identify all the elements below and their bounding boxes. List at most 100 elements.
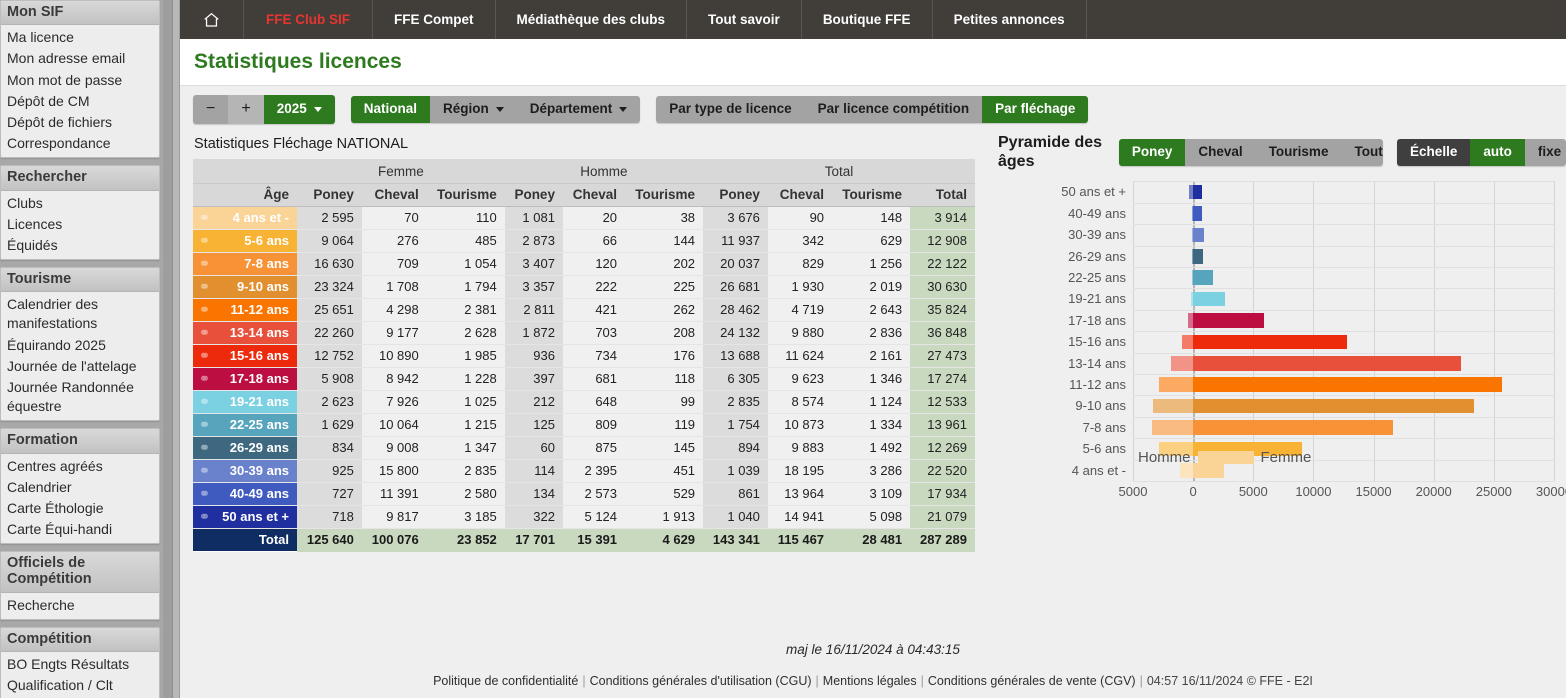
table-row[interactable]: ⚭ 7-8 ans 16 630 709 1 054 3 407 120 202 20 037 8… — [193, 252, 975, 276]
sidebar-block-title: Rechercher — [1, 166, 159, 191]
sidebar-item-mon-adresse-email[interactable]: Mon adresse email — [1, 48, 159, 69]
chart-bar-row — [1133, 288, 1554, 309]
table-column-header[interactable]: Cheval — [562, 183, 626, 207]
home-icon — [204, 12, 219, 27]
table-cell: 485 — [426, 229, 505, 253]
footer-link[interactable]: Mentions légales — [823, 674, 917, 688]
pyramid-scale-auto[interactable]: auto — [1470, 139, 1525, 166]
table-row-age-cell[interactable]: ⚭ 19-21 ans — [193, 390, 297, 414]
sidebar-item-mon-mot-de-passe[interactable]: Mon mot de passe — [1, 70, 159, 91]
table-row[interactable]: ⚭ 11-12 ans 25 651 4 298 2 381 2 811 421 262 28 … — [193, 298, 975, 322]
scope-button-d-partement[interactable]: Département — [516, 96, 641, 123]
pyramid-scale-fixe[interactable]: fixe — [1524, 139, 1566, 166]
sidebar-item-d-p-t-de-cm[interactable]: Dépôt de CM — [1, 91, 159, 112]
pyramid-type-tout[interactable]: Tout — [1341, 139, 1384, 166]
table-column-header[interactable]: Cheval — [361, 183, 427, 207]
sidebar-item-calendrier-des-manifestations[interactable]: Calendrier des manifestations — [1, 294, 159, 334]
table-row-age-cell[interactable]: ⚭ 7-8 ans — [193, 252, 297, 276]
table-row[interactable]: ⚭ 40-49 ans 727 11 391 2 580 134 2 573 529 861 13… — [193, 482, 975, 506]
zoom-in-button[interactable]: + — [228, 95, 264, 124]
nav-item-tout-savoir[interactable]: Tout savoir — [687, 0, 802, 39]
table-column-header[interactable]: Tourisme — [625, 183, 704, 207]
nav-item-m-diath-que-des-clubs[interactable]: Médiathèque des clubs — [496, 0, 688, 39]
table-row-age-cell[interactable]: ⚭ 50 ans et + — [193, 505, 297, 529]
table-column-header[interactable]: Poney — [703, 183, 768, 207]
sidebar-scroll-gutter[interactable] — [163, 0, 180, 698]
sidebar-item-journ-e-de-l-attelage[interactable]: Journée de l'attelage — [1, 356, 159, 377]
sidebar-item-bo-engts-r-sultats[interactable]: BO Engts Résultats — [1, 654, 159, 675]
sidebar-item-quid-s[interactable]: Équidés — [1, 235, 159, 256]
sidebar-item-ma-licence[interactable]: Ma licence — [1, 27, 159, 48]
table-row[interactable]: ⚭ 50 ans et + 718 9 817 3 185 322 5 124 1 913 1 … — [193, 505, 975, 529]
table-row-age-cell[interactable]: ⚭ 17-18 ans — [193, 367, 297, 391]
nav-home[interactable] — [180, 0, 244, 39]
nav-item-petites-annonces[interactable]: Petites annonces — [933, 0, 1087, 39]
table-cell: 681 — [562, 367, 626, 391]
footer-separator: | — [920, 674, 924, 688]
sidebar-item-quirando-2025[interactable]: Équirando 2025 — [1, 335, 159, 356]
nav-item-ffe-club-sif[interactable]: FFE Club SIF — [244, 0, 373, 39]
scope-button-national[interactable]: National — [350, 96, 430, 123]
table-row[interactable]: ⚭ 17-18 ans 5 908 8 942 1 228 397 681 118 6 305 9… — [193, 367, 975, 391]
sidebar-item-calendrier[interactable]: Calendrier — [1, 477, 159, 498]
sidebar-item-carte-thologie[interactable]: Carte Éthologie — [1, 498, 159, 519]
table-row-age-cell[interactable]: ⚭ 15-16 ans — [193, 344, 297, 368]
table-column-header[interactable]: Tourisme — [426, 183, 505, 207]
view-button-par-fl-chage[interactable]: Par fléchage — [982, 96, 1089, 123]
table-column-header[interactable]: Poney — [504, 183, 563, 207]
sidebar[interactable]: Mon SIF Ma licence Mon adresse email Mon mo… — [0, 0, 163, 698]
table-row-age-cell[interactable]: ⚭ 22-25 ans — [193, 413, 297, 437]
sidebar-item-clubs[interactable]: Clubs — [1, 193, 159, 214]
table-column-header[interactable]: Cheval — [767, 183, 833, 207]
chart-bar-row — [1133, 203, 1554, 224]
nav-item-ffe-compet[interactable]: FFE Compet — [373, 0, 496, 39]
table-row-age-cell[interactable]: ⚭ 4 ans et - — [193, 206, 297, 230]
table-cell: 5 098 — [832, 505, 911, 529]
table-cell: 2 019 — [832, 275, 911, 299]
table-row[interactable]: ⚭ 4 ans et - 2 595 70 110 1 081 20 38 3 676 90 148… — [193, 206, 975, 230]
table-row[interactable]: ⚭ 5-6 ans 9 064 276 485 2 873 66 144 11 937 342 62… — [193, 229, 975, 253]
footer-link[interactable]: Conditions générales d'utilisation (CGU) — [590, 674, 812, 688]
table-row[interactable]: ⚭ 15-16 ans 12 752 10 890 1 985 936 734 176 13 6… — [193, 344, 975, 368]
table-column-header[interactable]: Poney — [297, 183, 362, 207]
table-cell: 222 — [562, 275, 626, 299]
table-row-age-cell[interactable]: ⚭ 40-49 ans — [193, 482, 297, 506]
scope-button-r-gion[interactable]: Région — [430, 96, 517, 123]
sidebar-item-carte-qui-handi[interactable]: Carte Équi-handi — [1, 519, 159, 540]
sidebar-item-d-p-t-de-fichiers[interactable]: Dépôt de fichiers — [1, 112, 159, 133]
pyramid-scale-label[interactable]: Échelle — [1397, 139, 1471, 166]
nav-item-boutique-ffe[interactable]: Boutique FFE — [802, 0, 933, 39]
table-row[interactable]: ⚭ 9-10 ans 23 324 1 708 1 794 3 357 222 225 26 6… — [193, 275, 975, 299]
table-row[interactable]: ⚭ 13-14 ans 22 260 9 177 2 628 1 872 703 208 24 … — [193, 321, 975, 345]
table-row-age-cell[interactable]: ⚭ 11-12 ans — [193, 298, 297, 322]
zoom-out-button[interactable]: − — [193, 95, 229, 124]
footer-link[interactable]: Politique de confidentialité — [433, 674, 578, 688]
table-row[interactable]: ⚭ 26-29 ans 834 9 008 1 347 60 875 145 894 9 883 1… — [193, 436, 975, 460]
sidebar-item-recherche[interactable]: Recherche — [1, 595, 159, 616]
table-row[interactable]: ⚭ 22-25 ans 1 629 10 064 1 215 125 809 119 1 754… — [193, 413, 975, 437]
view-button-par-type-de-licence[interactable]: Par type de licence — [656, 96, 805, 123]
pyramid-type-tourisme[interactable]: Tourisme — [1255, 139, 1342, 166]
sidebar-item-journ-e-randonn-e-questre[interactable]: Journée Randonnée équestre — [1, 377, 159, 417]
sidebar-item-centres-agr-s[interactable]: Centres agréés — [1, 456, 159, 477]
table-row-age-cell[interactable]: ⚭ 9-10 ans — [193, 275, 297, 299]
table-cell: 9 880 — [767, 321, 833, 345]
table-row-age-cell[interactable]: ⚭ 13-14 ans — [193, 321, 297, 345]
table-column-header[interactable]: Total — [910, 183, 975, 207]
pyramid-type-poney[interactable]: Poney — [1118, 139, 1186, 166]
table-row[interactable]: ⚭ 30-39 ans 925 15 800 2 835 114 2 395 451 1 039… — [193, 459, 975, 483]
table-cell: 22 260 — [297, 321, 362, 345]
table-row[interactable]: ⚭ 19-21 ans 2 623 7 926 1 025 212 648 99 2 835 8 … — [193, 390, 975, 414]
table-column-header[interactable]: Âge — [193, 183, 297, 207]
table-row-age-cell[interactable]: ⚭ 26-29 ans — [193, 436, 297, 460]
table-row-age-cell[interactable]: ⚭ 5-6 ans — [193, 229, 297, 253]
pyramid-type-cheval[interactable]: Cheval — [1185, 139, 1256, 166]
sidebar-item-correspondance[interactable]: Correspondance — [1, 133, 159, 154]
sidebar-item-qualification-clt-permanent[interactable]: Qualification / Clt permanent — [1, 675, 159, 698]
table-column-header[interactable]: Tourisme — [832, 183, 911, 207]
sidebar-item-licences[interactable]: Licences — [1, 214, 159, 235]
view-button-par-licence-comp-tition[interactable]: Par licence compétition — [804, 96, 983, 123]
year-dropdown[interactable]: 2025 — [263, 95, 335, 124]
footer-link[interactable]: Conditions générales de vente (CGV) — [928, 674, 1136, 688]
table-row-age-cell[interactable]: ⚭ 30-39 ans — [193, 459, 297, 483]
